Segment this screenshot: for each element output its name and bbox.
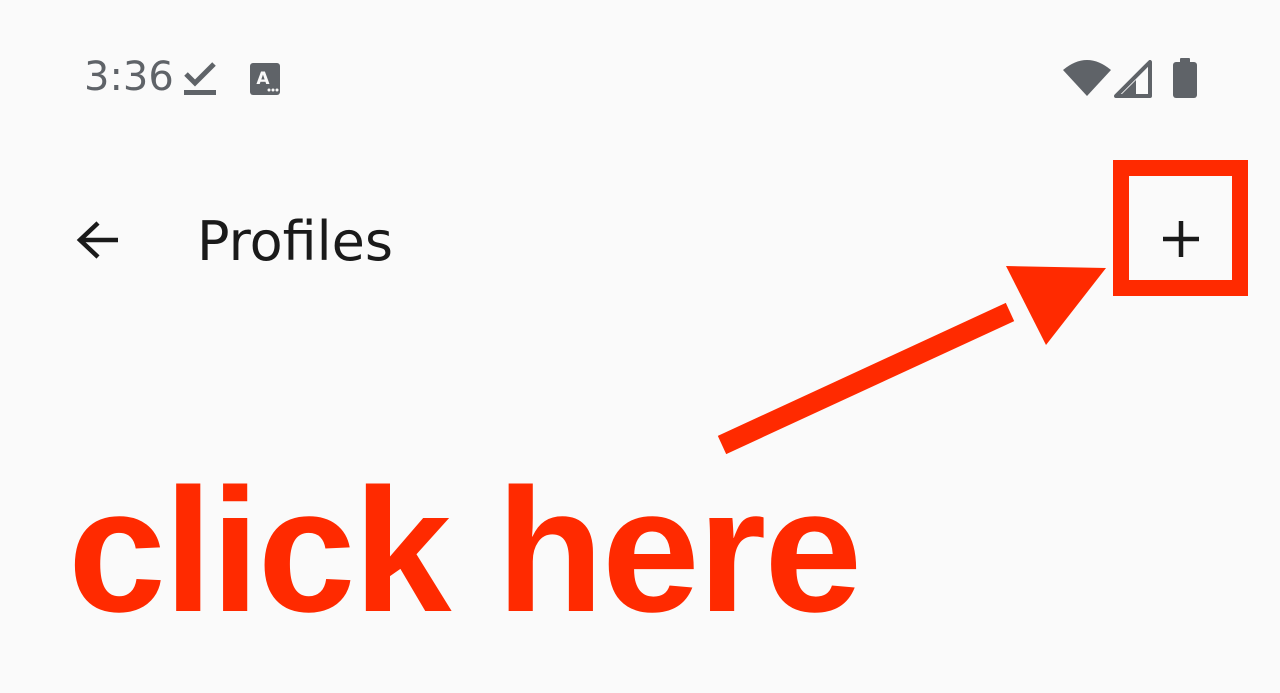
annotation-text: click here bbox=[68, 453, 862, 649]
